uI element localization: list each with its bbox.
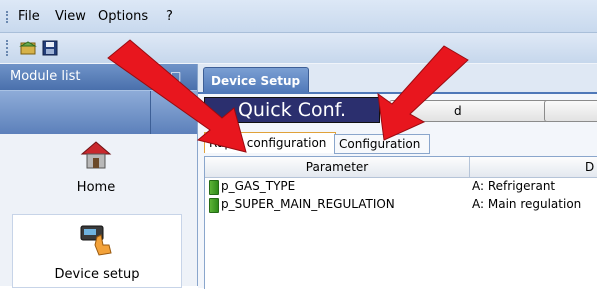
column-header-parameter[interactable]: Parameter [205,160,469,174]
parameter-icon [209,180,219,195]
module-home-label: Home [76,180,116,195]
menu-bar: File View Options ? [0,0,597,33]
toolbar-button-2[interactable]: d [389,100,549,122]
device-touch-icon [80,225,112,256]
parameter-icon [209,198,219,213]
module-device-setup-label: Device setup [54,267,140,282]
main-area: Device Setup Quick Conf. d Rapid configu… [198,64,597,289]
parameter-name: p_SUPER_MAIN_REGULATION [221,197,395,211]
parameter-description: A: Main regulation [472,197,582,211]
menu-view[interactable]: View [55,9,86,24]
column-header-description[interactable]: D [585,160,594,174]
parameter-description: A: Refrigerant [472,179,556,193]
module-list-panel: Module list □ Home Device setup [0,64,198,288]
tab-configuration[interactable]: Configuration [334,134,430,154]
quick-conf-button[interactable]: Quick Conf. [204,97,380,123]
table-row[interactable]: p_GAS_TYPE A: Refrigerant [205,178,597,196]
column-separator[interactable] [469,157,470,177]
pin-icon[interactable]: □ [170,69,181,83]
parameter-grid: Parameter D p_GAS_TYPE A: Refrigerant p_… [204,156,597,289]
menu-options[interactable]: Options [98,9,148,24]
parameter-name: p_GAS_TYPE [221,179,296,193]
tab-device-setup-label: Device Setup [211,74,301,88]
toolbar [0,33,597,63]
table-row[interactable]: p_SUPER_MAIN_REGULATION A: Main regulati… [205,196,597,214]
toolbar-button-2-label: d [454,104,462,118]
home-icon [80,141,112,169]
module-list-title: Module list [10,69,81,84]
module-list-splitter[interactable] [150,91,151,135]
tab-device-setup[interactable]: Device Setup [203,67,309,93]
grid-header: Parameter D [205,157,597,178]
menubar-grip[interactable] [6,11,10,23]
toolbar-button-3[interactable] [544,100,597,122]
save-icon[interactable] [40,38,60,58]
toolbar-grip[interactable] [6,40,10,56]
document-body: Quick Conf. d Rapid configuration Config… [198,92,597,289]
module-home-button[interactable]: Home [12,138,180,204]
module-list-bar [0,90,197,135]
menu-help[interactable]: ? [166,9,173,24]
module-list-header: Module list □ [0,64,197,90]
open-icon[interactable] [18,38,38,58]
tab-rapid-configuration[interactable]: Rapid configuration [204,132,336,153]
module-device-setup-button[interactable]: Device setup [12,214,182,288]
menu-file[interactable]: File [18,9,40,24]
